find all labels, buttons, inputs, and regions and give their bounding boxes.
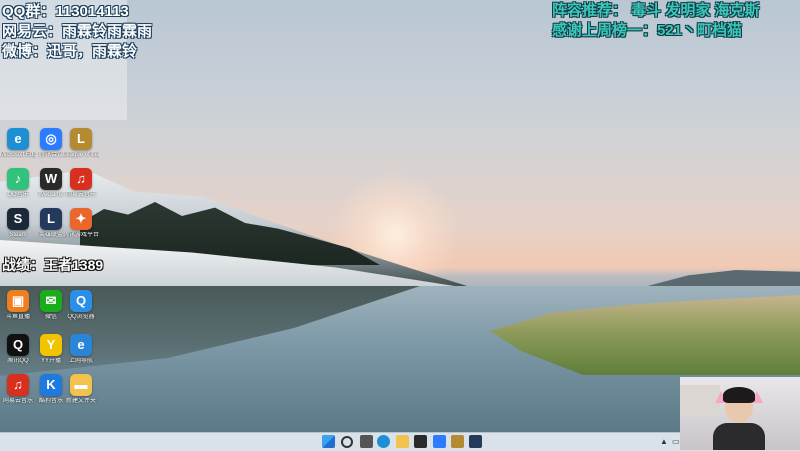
app-icon: S (7, 208, 29, 230)
network-icon[interactable]: ▭ (672, 437, 680, 446)
desktop-icon[interactable]: Q 腾讯QQ (0, 334, 36, 376)
qq-group-text: QQ群：113014113 (2, 3, 129, 20)
edge-icon[interactable] (377, 435, 390, 448)
thanks-text: 感谢上周榜一：521丶町档猫 (552, 22, 743, 39)
webcam-overlay (680, 377, 800, 450)
lol-icon[interactable] (469, 435, 482, 448)
app-icon-2[interactable] (451, 435, 464, 448)
desktop-icon-label: QQ音乐 (7, 192, 29, 198)
app-icon: Q (70, 290, 92, 312)
desktop-icon-label: 网易云音乐 (2, 398, 33, 404)
app-icon: e (7, 128, 29, 150)
tray-up-arrow-icon[interactable]: ▲ (660, 437, 668, 446)
store-icon[interactable] (433, 435, 446, 448)
desktop-icon-label: 腾讯游戏平台 (63, 232, 99, 238)
desktop-icon[interactable]: ♫ 网易云音乐 (63, 168, 99, 210)
desktop-icon[interactable]: ✦ 腾讯游戏平台 (63, 208, 99, 250)
desktop-icon[interactable]: ▬ 新建文件夹 (63, 374, 99, 416)
app-icon: ▬ (70, 374, 92, 396)
app-icon: e (70, 334, 92, 356)
desktop-icon[interactable]: S Steam (0, 208, 36, 250)
start-icon[interactable] (322, 435, 335, 448)
desktop-icon-label: Steam (9, 232, 27, 238)
app-icon[interactable] (414, 435, 427, 448)
app-icon: ▣ (7, 290, 29, 312)
lineup-recommend-text: 阵容推荐： 毒斗 发明家 海克斯 (552, 2, 760, 19)
desktop-icon-label: 腾讯QQ (7, 358, 29, 364)
app-icon: ♫ (70, 168, 92, 190)
desktop-icon-label: 上网导航 (68, 358, 93, 364)
desktop-icon-label: Microsoft Edge (0, 152, 36, 158)
app-icon: ♫ (7, 374, 29, 396)
weibo-text: 微博：迅哥，雨霖铃 (2, 43, 138, 60)
desktop-icon-label: League of Legends (63, 152, 99, 158)
desktop-icon-label: 新建文件夹 (65, 398, 96, 404)
rank-stats-text: 战绩：王者1389 (2, 257, 104, 273)
app-icon: ♪ (7, 168, 29, 190)
app-icon: W (40, 168, 62, 190)
desktop-icon[interactable]: L League of Legends (63, 128, 99, 170)
file-explorer-icon[interactable] (396, 435, 409, 448)
app-icon: Q (7, 334, 29, 356)
search-icon[interactable] (341, 436, 353, 448)
task-view-icon[interactable] (360, 435, 373, 448)
desktop-icon[interactable]: ♫ 网易云音乐 (0, 374, 36, 416)
netease-text: 网易云：雨霖铃雨霖雨 (2, 23, 153, 40)
desktop-icon-label: 斗鱼直播 (5, 314, 30, 320)
desktop-icon-label: 网易云音乐 (65, 192, 96, 198)
app-icon: ✦ (70, 208, 92, 230)
app-icon: Y (40, 334, 62, 356)
app-icon: K (40, 374, 62, 396)
desktop-icon[interactable]: e 上网导航 (63, 334, 99, 376)
streamer (713, 385, 765, 450)
app-icon: L (40, 208, 62, 230)
desktop-icon[interactable]: e Microsoft Edge (0, 128, 36, 170)
desktop-icon-label: QQ浏览器 (67, 314, 95, 320)
desktop-icon[interactable]: Q QQ浏览器 (63, 290, 99, 332)
desktop-icon[interactable]: ▣ 斗鱼直播 (0, 290, 36, 332)
app-icon: ◎ (40, 128, 62, 150)
desktop-icon[interactable]: ♪ QQ音乐 (0, 168, 36, 210)
app-icon: ✉ (40, 290, 62, 312)
streamer-body (713, 423, 765, 450)
streamer-hair (723, 387, 755, 403)
app-icon: L (70, 128, 92, 150)
